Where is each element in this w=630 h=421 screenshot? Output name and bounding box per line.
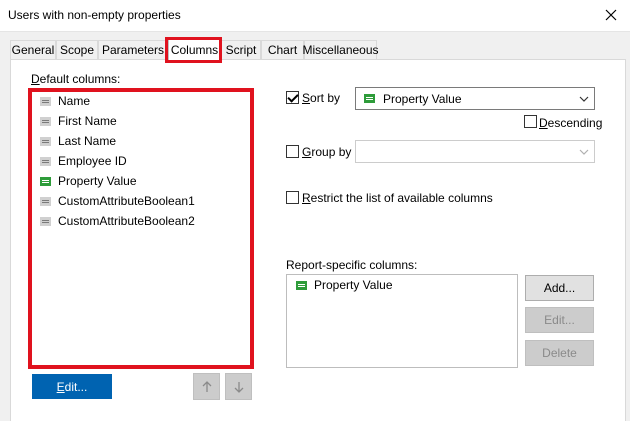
tab-label: Miscellaneous (302, 43, 379, 57)
restrict-columns-checkbox[interactable] (286, 191, 299, 204)
edit-default-columns-button[interactable]: Edit... (32, 374, 112, 399)
accelerator: S (302, 91, 311, 105)
accelerator: G (302, 145, 312, 159)
tab-chart[interactable]: Chart (261, 40, 304, 59)
sort-by-checkbox[interactable] (286, 91, 299, 104)
label-text: roup by (311, 145, 352, 159)
descending-label: Descending (539, 116, 602, 130)
sort-by-dropdown[interactable]: Property Value (355, 87, 595, 110)
sort-by-label: Sort by (302, 91, 340, 105)
close-button[interactable] (598, 3, 624, 27)
accelerator: E (56, 379, 65, 394)
tab-label: Script (225, 43, 257, 57)
label-text: escending (547, 116, 603, 130)
default-columns-highlight (28, 88, 254, 369)
arrow-up-icon (202, 380, 211, 392)
chevron-down-icon (579, 96, 589, 102)
tab-label: Chart (267, 43, 298, 57)
accelerator: D (539, 116, 548, 130)
accelerator: D (31, 72, 40, 86)
tab-general[interactable]: General (10, 40, 56, 59)
tab-miscellaneous[interactable]: Miscellaneous (302, 40, 379, 59)
sort-by-value: Property Value (383, 91, 462, 106)
tab-script[interactable]: Script (221, 40, 261, 59)
move-down-button[interactable] (225, 373, 252, 400)
edit-column-button[interactable]: Edit... (525, 307, 594, 333)
column-icon (364, 94, 375, 103)
title-bar: Users with non-empty properties (0, 0, 630, 32)
accelerator: R (302, 191, 311, 205)
tab-parameters[interactable]: Parameters (98, 40, 168, 59)
window-title: Users with non-empty properties (8, 8, 181, 22)
arrow-down-icon (234, 381, 243, 393)
group-by-dropdown[interactable] (355, 140, 595, 163)
delete-column-button[interactable]: Delete (525, 340, 594, 366)
chevron-down-icon (579, 149, 589, 155)
label-text: ort by (310, 91, 341, 105)
default-columns-label: Default columns: (31, 72, 120, 86)
active-tab-highlight (165, 37, 222, 63)
column-icon (296, 280, 307, 290)
label-text: efault columns: (39, 72, 121, 86)
list-item-label: Property Value (314, 278, 393, 292)
add-column-button[interactable]: Add... (525, 275, 594, 301)
tab-label: Scope (59, 43, 95, 57)
label-text: estrict the list of available columns (310, 191, 493, 205)
tab-label: General (11, 43, 55, 57)
report-columns-label: Report-specific columns: (286, 258, 418, 272)
tab-label: Parameters (101, 43, 165, 57)
move-up-button[interactable] (193, 373, 220, 400)
descending-checkbox[interactable] (524, 115, 537, 128)
restrict-columns-label: Restrict the list of available columns (302, 191, 493, 205)
close-icon (605, 9, 617, 21)
group-by-checkbox[interactable] (286, 145, 299, 158)
button-label: dit... (64, 379, 88, 394)
list-item[interactable]: Property Value (296, 276, 393, 294)
group-by-label: Group by (302, 145, 351, 159)
tab-scope[interactable]: Scope (56, 40, 98, 59)
